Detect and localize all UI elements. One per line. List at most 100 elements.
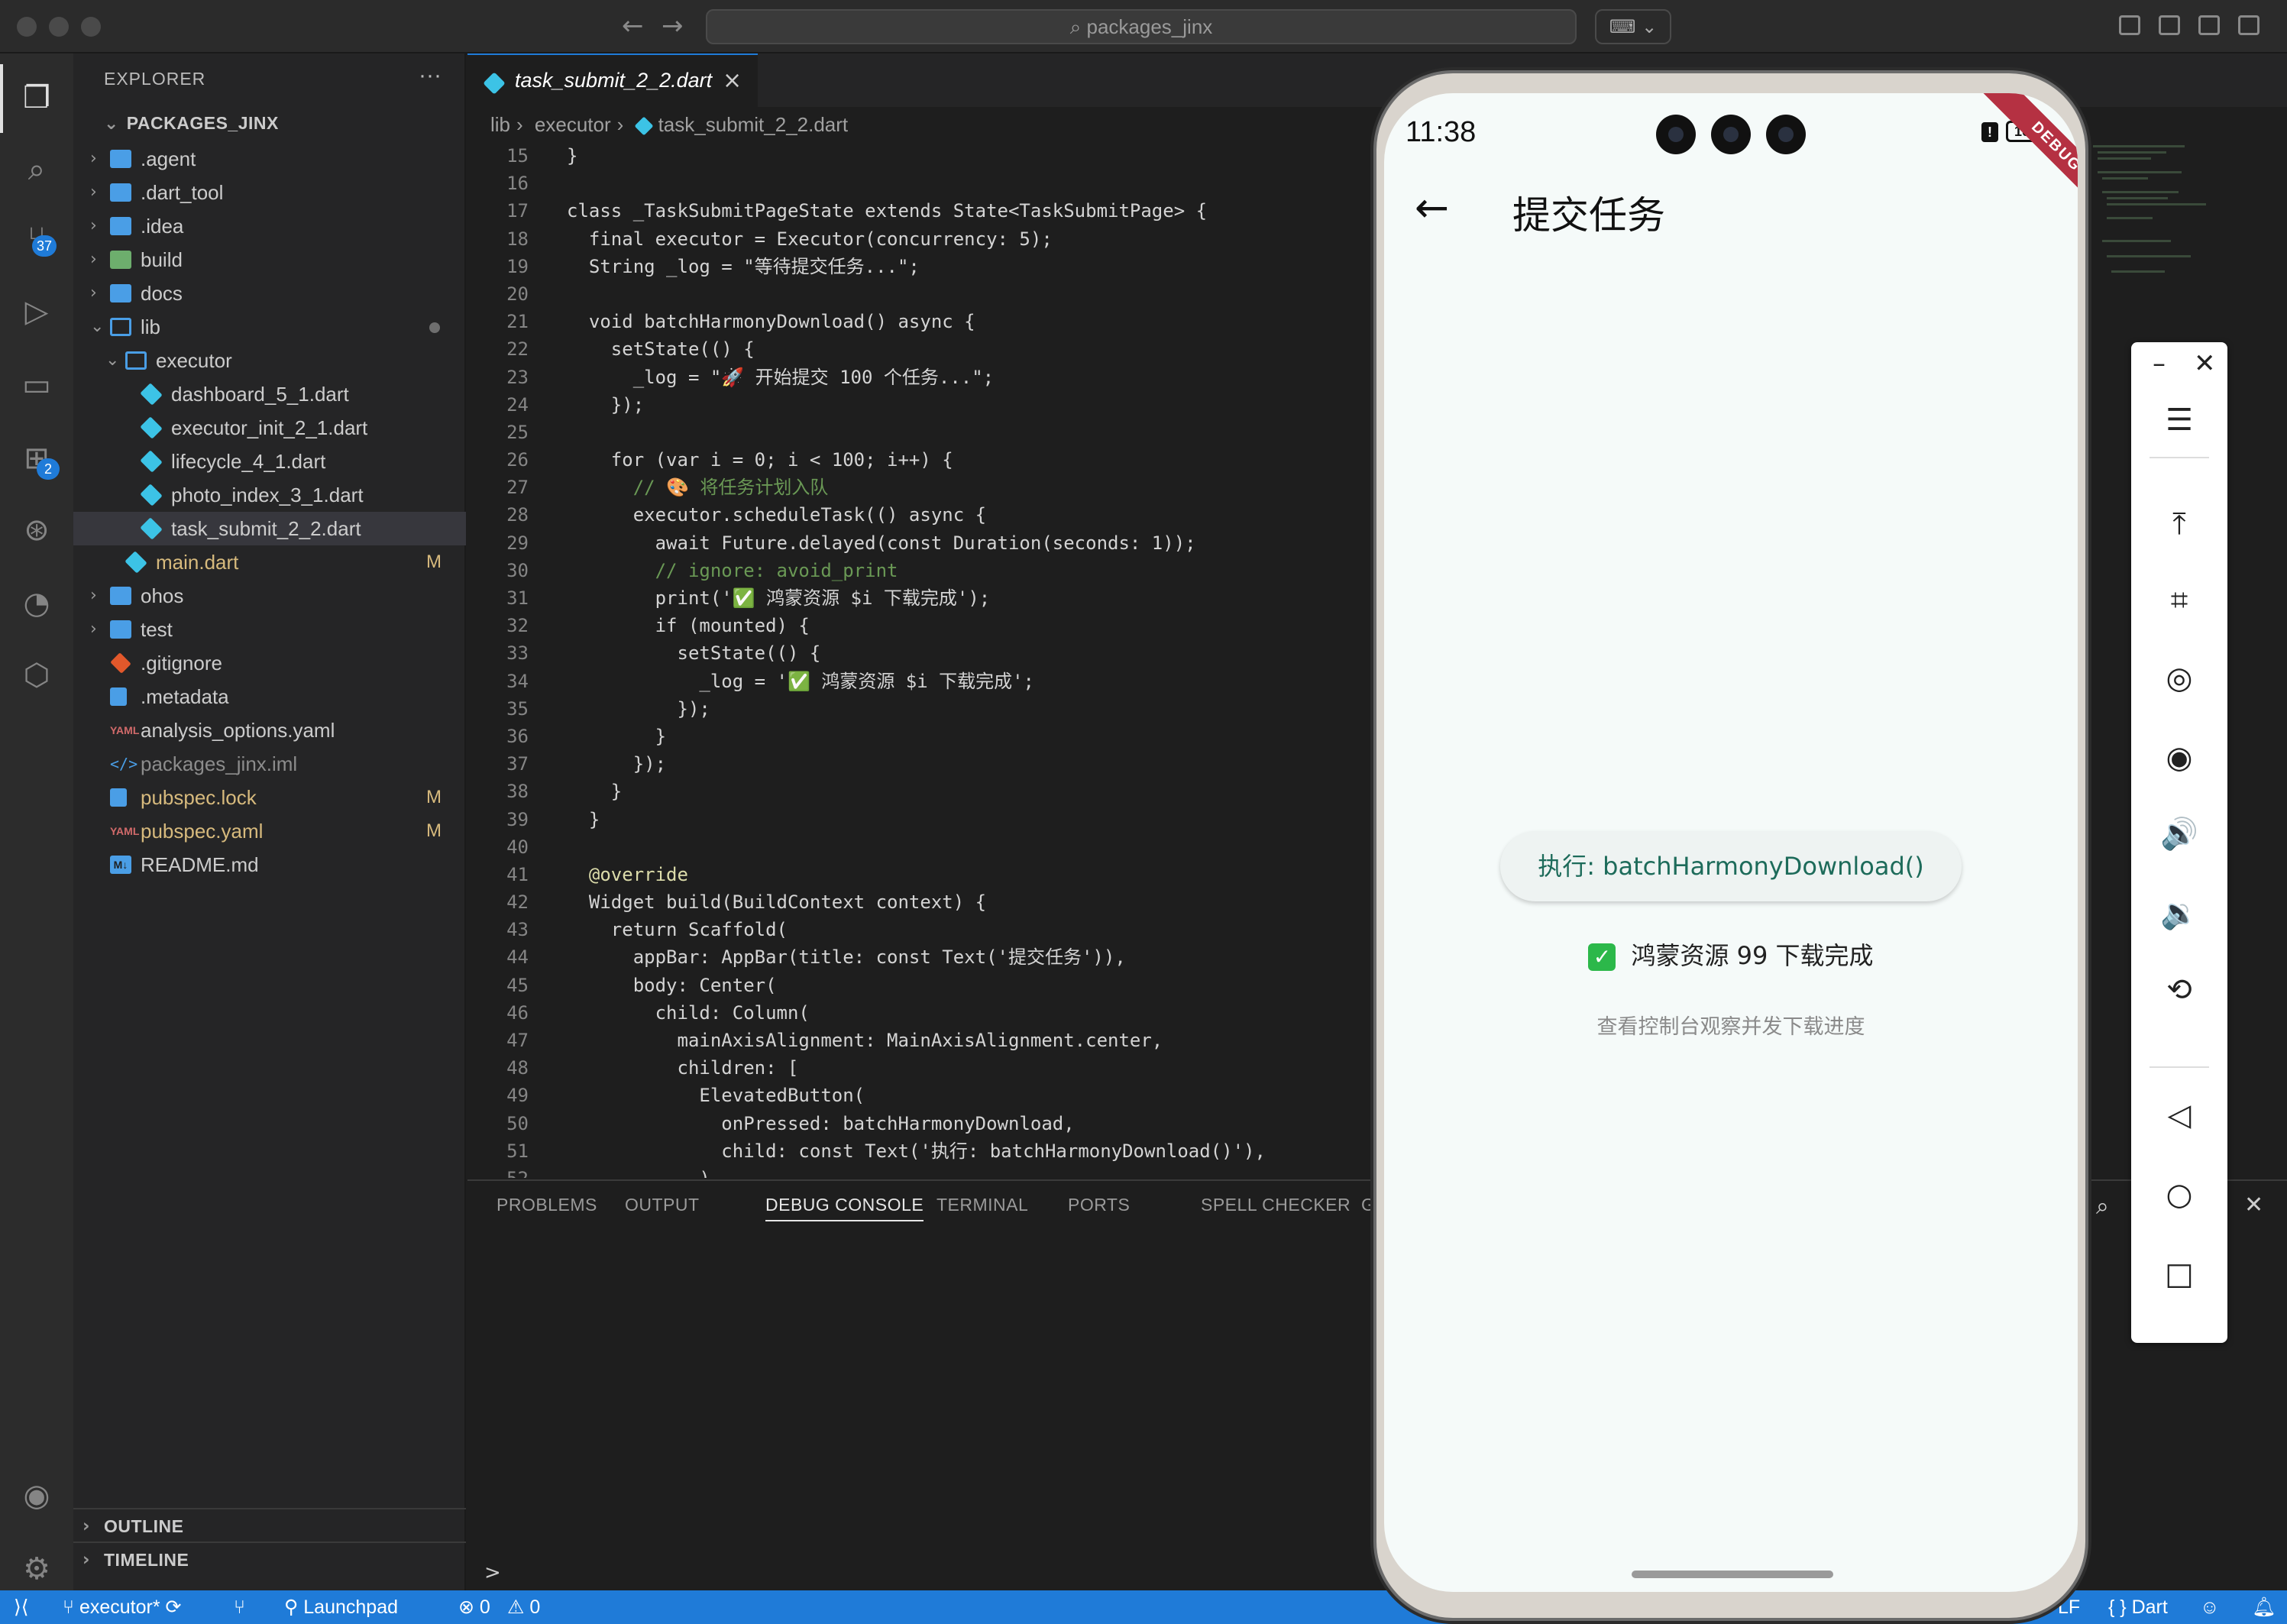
explorer-icon[interactable]: ❐ — [18, 79, 55, 116]
tree-item[interactable]: › test — [73, 613, 466, 646]
tree-item[interactable]: .metadata — [73, 680, 466, 713]
git-graph-icon[interactable]: ⑂ — [234, 1590, 245, 1624]
tree-item[interactable]: YAML pubspec.yaml M — [73, 814, 466, 848]
command-center-search[interactable]: ⌕ packages_jinx — [706, 9, 1577, 44]
tree-item-label: lifecycle_4_1.dart — [171, 450, 326, 473]
remote-explorer-icon[interactable]: ▭ — [18, 367, 55, 403]
copilot-status-icon[interactable]: ☺ — [2200, 1590, 2220, 1624]
panel-tab[interactable]: OUTPUT — [625, 1195, 700, 1215]
line-number: 28 — [506, 504, 529, 526]
recents-nav-icon[interactable]: □ — [2131, 1244, 2227, 1305]
tree-item[interactable]: ⌄ executor — [73, 344, 466, 377]
tree-item-label: analysis_options.yaml — [141, 719, 335, 742]
close-icon[interactable]: ✕ — [2194, 348, 2216, 379]
modified-badge: M — [426, 787, 442, 807]
branch-indicator[interactable]: ⑂ executor* ⟳ — [63, 1590, 181, 1624]
volume-down-icon[interactable]: 🔉 — [2131, 883, 2227, 944]
execute-download-button[interactable]: 执行: batchHarmonyDownload() — [1500, 831, 1962, 901]
rotate-icon[interactable]: ◎ — [2131, 648, 2227, 709]
copilot-button[interactable]: ⌨ ⌄ — [1595, 9, 1671, 44]
line-number: 42 — [506, 891, 529, 914]
tree-item[interactable]: › ohos — [73, 579, 466, 613]
run-debug-icon[interactable]: ▷ — [18, 293, 55, 330]
tree-item[interactable]: photo_index_3_1.dart — [73, 478, 466, 512]
tree-item[interactable]: › .dart_tool — [73, 176, 466, 209]
tree-item[interactable]: › .idea — [73, 209, 466, 243]
back-arrow-icon[interactable]: ← — [1415, 183, 1449, 231]
warnings-count[interactable]: ⚠ 0 — [507, 1590, 540, 1624]
timeline-section[interactable]: › TIMELINE — [73, 1542, 466, 1575]
close-window-button[interactable] — [17, 17, 37, 37]
zoom-window-button[interactable] — [81, 17, 101, 37]
close-tab-icon[interactable]: × — [723, 67, 742, 94]
tree-item[interactable]: pubspec.lock M — [73, 781, 466, 814]
more-actions-icon[interactable]: ··· — [419, 63, 442, 89]
tree-item[interactable]: main.dart M — [73, 545, 466, 579]
search-icon[interactable]: ⌕ — [18, 151, 55, 188]
search-icon[interactable]: ⌕ — [2096, 1193, 2109, 1220]
containers-icon[interactable]: ⬡ — [18, 657, 55, 694]
tree-item[interactable]: › docs — [73, 277, 466, 310]
minimize-icon[interactable]: – — [2153, 348, 2166, 379]
crop-screenshot-icon[interactable]: ⌗ — [2131, 570, 2227, 631]
tree-item[interactable]: M↓ README.md — [73, 848, 466, 882]
toggle-secondary-sidebar-icon[interactable] — [2238, 15, 2260, 35]
tree-item[interactable]: › build — [73, 243, 466, 277]
back-icon[interactable]: ← — [622, 11, 644, 41]
code-text: onPressed: batchHarmonyDownload, — [567, 1112, 1075, 1134]
minimize-window-button[interactable] — [49, 17, 69, 37]
toggle-sidebar-icon[interactable] — [2159, 15, 2180, 35]
tree-item[interactable]: dashboard_5_1.dart — [73, 377, 466, 411]
toggle-panel-icon[interactable] — [2198, 15, 2220, 35]
breadcrumb-item[interactable]: lib — [490, 113, 510, 136]
panel-tab[interactable]: SPELL CHECKER — [1201, 1195, 1351, 1215]
panel-tab[interactable]: PORTS — [1068, 1195, 1130, 1215]
timeline-icon[interactable]: ◔ — [18, 585, 55, 622]
code-text: if (mounted) { — [567, 615, 810, 637]
language-mode[interactable]: { } Dart — [2108, 1590, 2168, 1624]
workspace-root[interactable]: ⌄ PACKAGES_JINX — [104, 113, 279, 134]
tree-item[interactable]: YAML analysis_options.yaml — [73, 713, 466, 747]
tree-item[interactable]: .gitignore — [73, 646, 466, 680]
line-number: 18 — [506, 228, 529, 250]
console-prompt[interactable]: > — [484, 1561, 501, 1584]
tab-task-submit[interactable]: task_submit_2_2.dart × — [467, 53, 758, 107]
notifications-bell-icon[interactable]: 🔔︎ — [2252, 1590, 2276, 1624]
tree-item[interactable]: </> packages_jinx.iml — [73, 747, 466, 781]
panel-tab[interactable]: DEBUG CONSOLE — [765, 1195, 924, 1221]
pin-to-top-icon[interactable]: ⤒ — [2131, 493, 2227, 555]
launchpad-item[interactable]: ⚲ Launchpad — [284, 1590, 398, 1624]
tree-item[interactable]: ⌄ lib — [73, 310, 466, 344]
remote-indicator[interactable]: ⟩⟨ — [14, 1590, 29, 1624]
chevron-right-icon: › — [82, 1550, 90, 1570]
panel-tab[interactable]: PROBLEMS — [497, 1195, 597, 1215]
home-nav-icon[interactable]: ○ — [2131, 1164, 2227, 1225]
volume-up-icon[interactable]: 🔊 — [2131, 804, 2227, 865]
record-icon[interactable]: ◉ — [2131, 727, 2227, 788]
tree-item[interactable]: task_submit_2_2.dart — [73, 512, 466, 545]
gitlens-icon[interactable]: ⊛ — [18, 512, 55, 548]
tree-item[interactable]: lifecycle_4_1.dart — [73, 445, 466, 478]
minimap[interactable] — [2090, 141, 2227, 339]
home-indicator[interactable] — [1632, 1571, 1833, 1578]
folder-icon — [110, 183, 131, 202]
account-icon[interactable]: ◉ — [18, 1477, 55, 1514]
breadcrumb-item[interactable]: executor — [535, 113, 611, 136]
panel-tab[interactable]: TERMINAL — [936, 1195, 1028, 1215]
outline-section[interactable]: › OUTLINE — [73, 1508, 466, 1542]
tree-item[interactable]: › .agent — [73, 142, 466, 176]
errors-count[interactable]: ⊗ 0 — [458, 1590, 490, 1624]
forward-icon[interactable]: → — [662, 11, 684, 41]
dart-file-icon — [634, 116, 654, 136]
back-nav-icon[interactable]: ◁ — [2131, 1085, 2227, 1146]
tree-item[interactable]: executor_init_2_1.dart — [73, 411, 466, 445]
code-editor[interactable]: 15} 16 17 class _TaskSubmitPageState extend… — [467, 142, 1384, 1178]
settings-gear-icon[interactable]: ⚙ — [18, 1551, 55, 1587]
shake-icon[interactable]: ⟲ — [2131, 959, 2227, 1021]
layout-customize-icon[interactable] — [2119, 15, 2140, 35]
code-text: Widget build(BuildContext context) { — [567, 891, 987, 914]
menu-icon[interactable]: ☰ — [2131, 390, 2227, 451]
close-panel-icon[interactable]: ✕ — [2244, 1192, 2263, 1218]
breadcrumb-item[interactable]: task_submit_2_2.dart — [658, 113, 849, 136]
line-number: 51 — [506, 1140, 529, 1162]
